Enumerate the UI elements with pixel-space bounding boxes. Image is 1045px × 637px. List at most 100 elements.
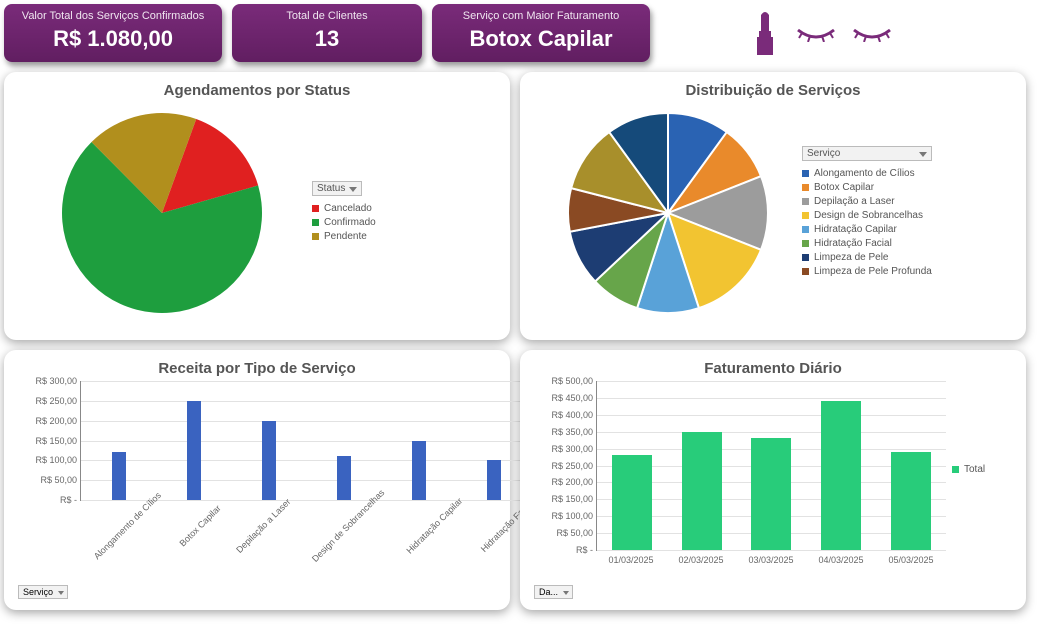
legend-item[interactable]: Pendente	[312, 231, 376, 242]
legend-item[interactable]: Design de Sobrancelhas	[802, 210, 962, 221]
legend-item[interactable]: Alongamento de Cílios	[802, 168, 962, 179]
legend-label: Cancelado	[324, 203, 372, 214]
y-tick: R$ 400,00	[539, 410, 593, 420]
legend-label: Botox Capilar	[814, 182, 874, 193]
legend-label: Limpeza de Pele	[814, 252, 889, 263]
daily-bar-chart: R$ 500,00R$ 450,00R$ 400,00R$ 350,00R$ 3…	[596, 381, 946, 551]
y-tick: R$ 200,00	[539, 477, 593, 487]
kpi-label: Serviço com Maior Faturamento	[442, 10, 640, 22]
bar	[337, 456, 351, 500]
x-tick: 03/03/2025	[736, 551, 806, 565]
filter-dropdown[interactable]: Serviço	[18, 585, 68, 599]
card-daily-revenue: Faturamento Diário R$ 500,00R$ 450,00R$ …	[520, 350, 1026, 610]
legend-item[interactable]: Hidratação Facial	[802, 238, 962, 249]
y-tick: R$ 300,00	[539, 444, 593, 454]
x-tick: 02/03/2025	[666, 551, 736, 565]
y-tick: R$ 50,00	[23, 475, 77, 485]
swatch-icon	[802, 184, 809, 191]
chart-title: Distribuição de Serviços	[538, 82, 1008, 99]
y-tick: R$ 50,00	[539, 528, 593, 538]
legend-label: Alongamento de Cílios	[814, 168, 915, 179]
legend-label: Design de Sobrancelhas	[814, 210, 923, 221]
y-tick: R$ 500,00	[539, 376, 593, 386]
card-status-pie: Agendamentos por Status Status Cancelado…	[4, 72, 510, 340]
bar	[112, 452, 126, 500]
kpi-value: Botox Capilar	[442, 26, 640, 52]
swatch-icon	[312, 205, 319, 212]
y-tick: R$ 300,00	[23, 376, 77, 386]
kpi-value: R$ 1.080,00	[14, 26, 212, 52]
legend-label: Total	[964, 464, 985, 475]
bar	[262, 421, 276, 500]
chart-title: Faturamento Diário	[538, 360, 1008, 377]
bar	[612, 455, 652, 550]
legend-label: Limpeza de Pele Profunda	[814, 266, 932, 277]
legend-item[interactable]: Limpeza de Pele	[802, 252, 962, 263]
legend-dropdown[interactable]: Status	[312, 181, 362, 196]
bar	[187, 401, 201, 500]
kpi-row: Valor Total dos Serviços Confirmados R$ …	[4, 4, 1041, 62]
chart-title: Receita por Tipo de Serviço	[22, 360, 492, 377]
y-tick: R$ 350,00	[539, 427, 593, 437]
swatch-icon	[802, 268, 809, 275]
card-revenue-by-service: Receita por Tipo de Serviço R$ 300,00 R$ …	[4, 350, 510, 610]
y-tick: R$ 450,00	[539, 393, 593, 403]
brand-logo	[750, 4, 892, 62]
swatch-icon	[952, 466, 959, 473]
legend-item[interactable]: Cancelado	[312, 203, 376, 214]
kpi-total-clients: Total de Clientes 13	[232, 4, 422, 62]
daily-legend: Total	[952, 381, 1008, 565]
x-tick: 04/03/2025	[806, 551, 876, 565]
bar	[412, 441, 426, 501]
legend-label: Depilação a Laser	[814, 196, 895, 207]
bar	[751, 438, 791, 550]
filter-dropdown[interactable]: Da...	[534, 585, 573, 599]
swatch-icon	[802, 198, 809, 205]
swatch-icon	[312, 219, 319, 226]
legend-item[interactable]: Limpeza de Pele Profunda	[802, 266, 962, 277]
lashes-icon	[852, 24, 892, 42]
y-tick: R$ 150,00	[23, 436, 77, 446]
kpi-top-service: Serviço com Maior Faturamento Botox Capi…	[432, 4, 650, 62]
y-tick: R$ 200,00	[23, 416, 77, 426]
kpi-label: Total de Clientes	[242, 10, 412, 22]
swatch-icon	[802, 254, 809, 261]
legend-label: Pendente	[324, 231, 367, 242]
kpi-value: 13	[242, 26, 412, 52]
lipstick-icon	[750, 9, 780, 57]
y-tick: R$ 100,00	[539, 511, 593, 521]
swatch-icon	[802, 212, 809, 219]
chart-title: Agendamentos por Status	[22, 82, 492, 99]
lashes-icon	[796, 24, 836, 42]
bar	[682, 432, 722, 550]
legend-label: Hidratação Facial	[814, 238, 892, 249]
bar	[891, 452, 931, 550]
swatch-icon	[802, 170, 809, 177]
legend-label: Hidratação Capilar	[814, 224, 897, 235]
swatch-icon	[802, 226, 809, 233]
y-tick: R$ 150,00	[539, 494, 593, 504]
card-service-pie: Distribuição de Serviços Serviço Alongam…	[520, 72, 1026, 340]
legend-item[interactable]: Depilação a Laser	[802, 196, 962, 207]
legend-label: Confirmado	[324, 217, 376, 228]
service-legend: Serviço Alongamento de Cílios Botox Capil…	[802, 146, 962, 280]
legend-dropdown[interactable]: Serviço	[802, 146, 932, 161]
bar	[487, 460, 501, 500]
legend-item[interactable]: Confirmado	[312, 217, 376, 228]
y-tick: R$ 100,00	[23, 455, 77, 465]
kpi-total-confirmed: Valor Total dos Serviços Confirmados R$ …	[4, 4, 222, 62]
y-tick: R$ 250,00	[539, 461, 593, 471]
legend-item[interactable]: Botox Capilar	[802, 182, 962, 193]
swatch-icon	[802, 240, 809, 247]
kpi-label: Valor Total dos Serviços Confirmados	[14, 10, 212, 22]
x-tick: 01/03/2025	[596, 551, 666, 565]
legend-item[interactable]: Hidratação Capilar	[802, 224, 962, 235]
service-pie-chart	[538, 103, 798, 323]
status-legend: Status Cancelado Confirmado Pendente	[312, 181, 376, 245]
y-tick: R$ -	[23, 495, 77, 505]
status-pie-chart	[22, 103, 302, 323]
y-tick: R$ 250,00	[23, 396, 77, 406]
bar	[821, 401, 861, 550]
x-tick: 05/03/2025	[876, 551, 946, 565]
swatch-icon	[312, 233, 319, 240]
